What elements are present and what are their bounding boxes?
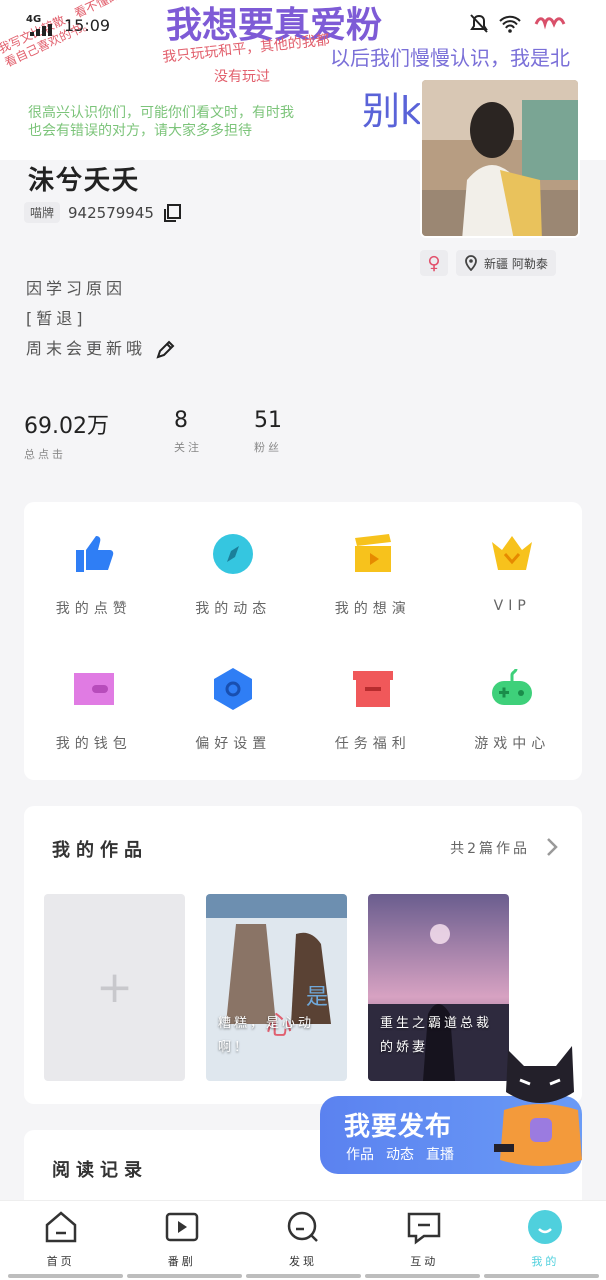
grid-item-likes[interactable]: 我的点赞 — [24, 522, 164, 657]
grid-label: VIP — [493, 598, 531, 614]
wallet-icon — [73, 673, 114, 705]
banner-text-5: 没有玩过 — [214, 69, 270, 85]
nav-item-me[interactable]: 我的 — [485, 1201, 606, 1280]
thumbs-up-icon — [75, 536, 114, 572]
grid-item-vip[interactable]: VIP — [443, 522, 583, 657]
banner-text-6: 很高兴认识你们，可能你们看文时，有时我也会有错误的对方，请大家多多担待 — [28, 105, 294, 139]
mute-bell-icon — [470, 14, 488, 33]
status-bar: 4G 15:09 — [0, 0, 606, 52]
grid-label: 我的动态 — [195, 601, 272, 617]
feature-grid-card: 我的点赞 我的动态 我的想演 VIP 我的钱包 偏好设置 任务福利 游戏中心 — [24, 502, 582, 780]
user-id: 942579945 — [68, 203, 154, 222]
stat-value: 51 — [254, 408, 282, 433]
message-icon — [407, 1212, 441, 1245]
work-cover-2[interactable]: 重生之霸道总裁的娇妻 — [368, 894, 509, 1081]
nav-label: 首页 — [46, 1255, 75, 1268]
grid-item-tasks[interactable]: 任务福利 — [303, 657, 443, 792]
banner-text-3: 别k — [362, 89, 423, 133]
grid-label: 偏好设置 — [195, 736, 272, 752]
nav-item-discover[interactable]: 发现 — [242, 1201, 363, 1280]
publish-option[interactable]: 直播 — [426, 1144, 454, 1164]
crown-icon — [492, 536, 533, 570]
grid-item-shows[interactable]: 我的想演 — [303, 522, 443, 657]
grid-item-preferences[interactable]: 偏好设置 — [164, 657, 304, 792]
bio-line: [暂退] — [26, 309, 87, 328]
work-cover-1[interactable]: 是 心 糟糕，是心动啊！ — [206, 894, 347, 1081]
grid-label: 游戏中心 — [474, 736, 551, 752]
edit-icon[interactable] — [155, 340, 175, 360]
profile-tag: 喵牌 — [24, 202, 61, 223]
stat-label: 总点击 — [24, 448, 66, 461]
location-text: 新疆 阿勒泰 — [484, 256, 548, 271]
hexagon-settings-icon — [214, 668, 253, 710]
nav-item-interact[interactable]: 互动 — [364, 1201, 485, 1280]
box-icon — [352, 671, 393, 707]
stat-following[interactable]: 8 关注 — [174, 408, 254, 462]
add-work-button[interactable]: + — [44, 894, 185, 1081]
gesture-bar — [0, 1274, 606, 1280]
profile-meta: ♀ 新疆 阿勒泰 — [420, 250, 556, 276]
grid-item-wallet[interactable]: 我的钱包 — [24, 657, 164, 792]
svg-text:是: 是 — [306, 985, 328, 1010]
grid-item-games[interactable]: 游戏中心 — [443, 657, 583, 792]
bottom-nav: 首页 番剧 发现 互动 我的 — [0, 1200, 606, 1280]
grid-label: 我的钱包 — [55, 736, 132, 752]
profile-photo[interactable] — [420, 78, 580, 238]
work-title: 重生之霸道总裁的娇妻 — [380, 1016, 493, 1055]
stat-label: 关注 — [174, 441, 202, 454]
bio-line: 周末会更新哦 — [26, 339, 147, 358]
location-pin-icon — [465, 255, 477, 271]
cat-mascot-icon — [494, 1046, 582, 1166]
location-badge: 新疆 阿勒泰 — [456, 250, 556, 276]
publish-label: 我要发布 — [344, 1112, 453, 1142]
gender-badge: ♀ — [420, 250, 448, 276]
nav-item-home[interactable]: 首页 — [0, 1201, 121, 1280]
grid-item-moments[interactable]: 我的动态 — [164, 522, 304, 657]
nav-label: 互动 — [410, 1255, 439, 1268]
stat-value: 8 — [174, 408, 188, 433]
profile-nickname: 沬兮夭夭 — [28, 160, 140, 197]
compass-icon — [213, 534, 254, 574]
bio-line: 因学习原因 — [26, 279, 127, 298]
profile-icon — [528, 1210, 563, 1244]
signal-icon — [30, 24, 52, 36]
status-time: 15:09 — [64, 16, 111, 35]
copy-icon[interactable] — [162, 203, 182, 223]
publish-option[interactable]: 作品 — [346, 1144, 374, 1164]
nav-label: 发现 — [289, 1255, 317, 1268]
stat-value: 69.02万 — [24, 414, 109, 439]
stat-clicks[interactable]: 69.02万 总点击 — [24, 408, 174, 462]
grid-label: 我的想演 — [334, 601, 411, 617]
publish-option[interactable]: 动态 — [386, 1144, 414, 1164]
nav-label: 番剧 — [167, 1255, 196, 1268]
discover-icon — [287, 1211, 318, 1242]
publish-options: 作品 动态 直播 — [346, 1144, 454, 1164]
profile-bio[interactable]: 因学习原因 [暂退] 周末会更新哦 — [26, 274, 175, 364]
nickname-text: 沬兮夭夭 — [28, 166, 141, 196]
wifi-icon — [499, 15, 521, 33]
stat-fans[interactable]: 51 粉丝 — [254, 408, 404, 462]
works-title: 我的作品 — [52, 840, 148, 861]
grid-label: 任务福利 — [334, 736, 411, 752]
clapperboard-icon — [354, 534, 391, 572]
chevron-right-icon[interactable] — [544, 836, 560, 858]
history-title: 阅读记录 — [52, 1160, 148, 1181]
works-count[interactable]: 共2篇作品 — [450, 838, 530, 858]
nav-label: 我的 — [531, 1255, 560, 1268]
grid-label: 我的点赞 — [55, 601, 132, 617]
work-title: 糟糕，是心动啊！ — [218, 1016, 315, 1055]
play-icon — [165, 1212, 199, 1242]
battery-icon — [534, 17, 566, 30]
profile-stats: 69.02万 总点击 8 关注 51 粉丝 — [24, 408, 404, 462]
profile-id-row: 喵牌 942579945 — [24, 202, 182, 223]
home-icon — [45, 1211, 76, 1243]
stat-label: 粉丝 — [254, 441, 282, 454]
gamepad-icon — [492, 668, 533, 705]
nav-item-anime[interactable]: 番剧 — [121, 1201, 242, 1280]
